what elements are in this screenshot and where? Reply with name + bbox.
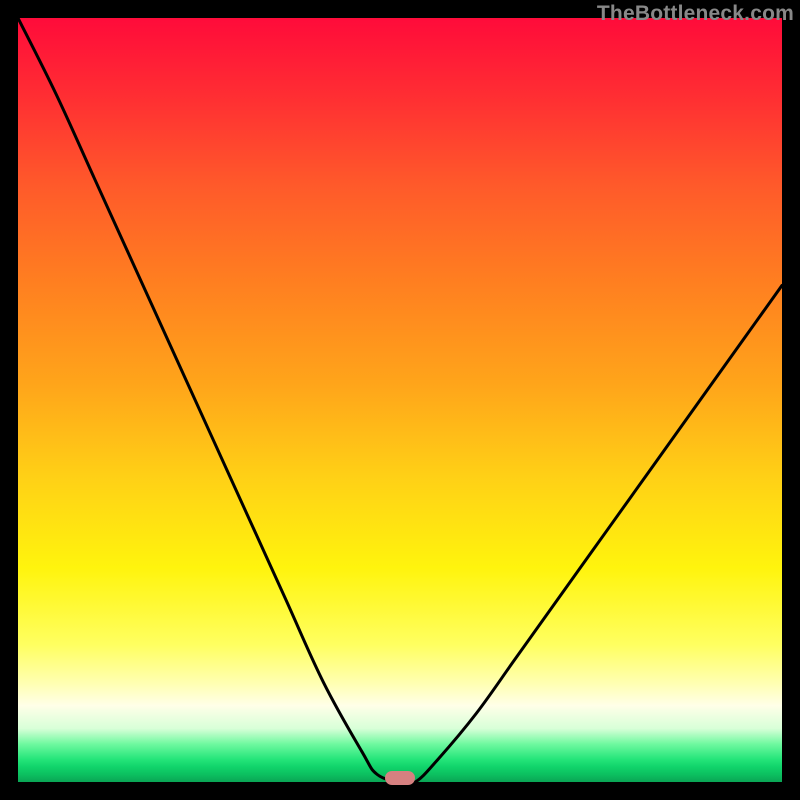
optimum-marker — [385, 771, 415, 785]
plot-area — [18, 18, 782, 782]
watermark-text: TheBottleneck.com — [597, 2, 794, 26]
chart-frame: TheBottleneck.com — [0, 0, 800, 800]
bottleneck-curve — [18, 18, 782, 782]
